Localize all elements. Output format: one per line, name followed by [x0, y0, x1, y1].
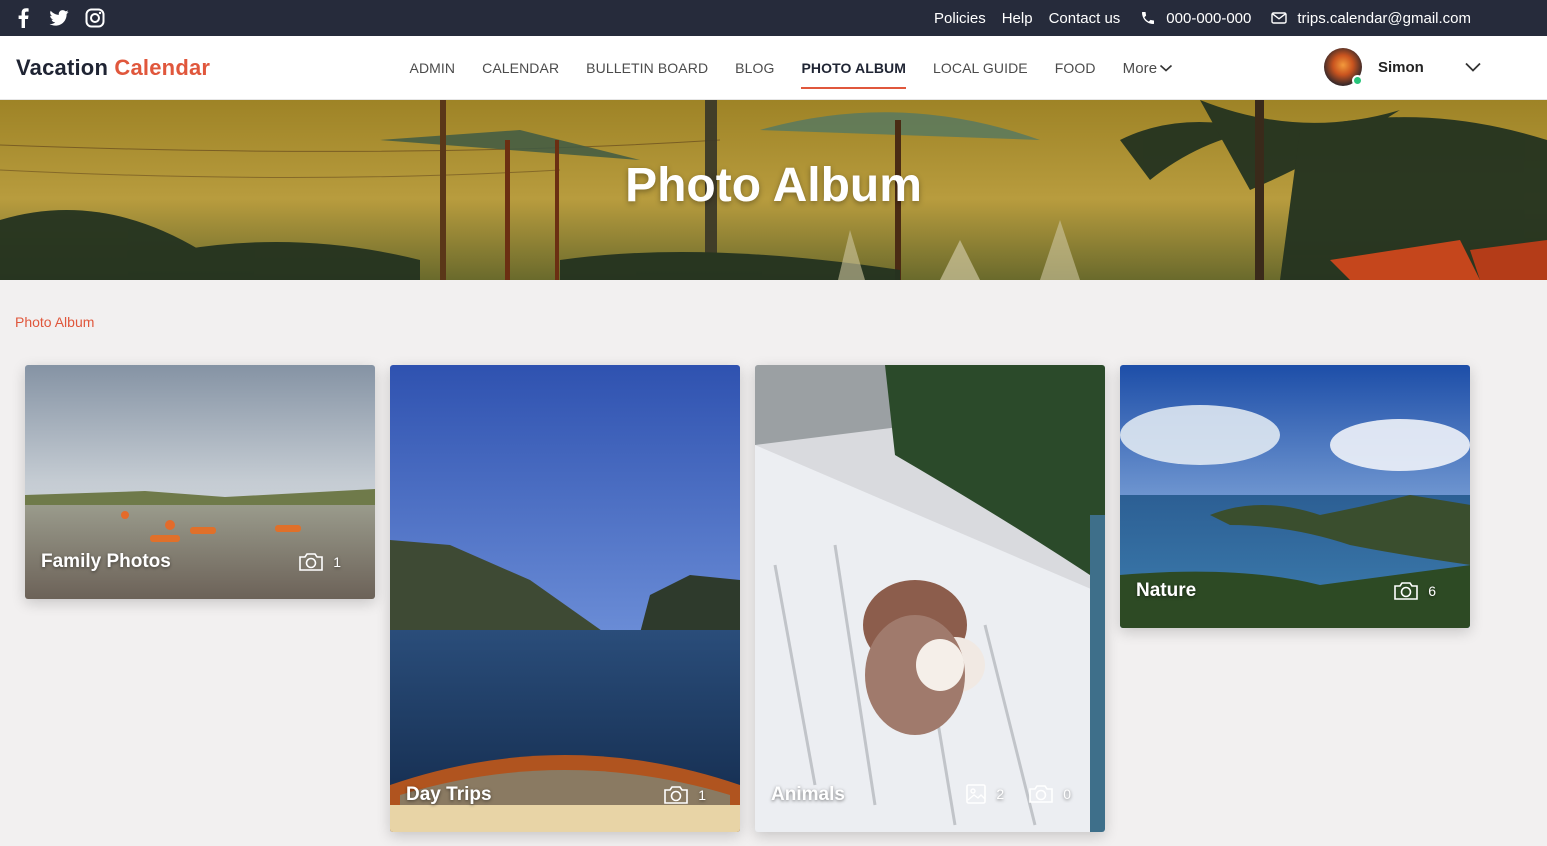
image-count: 2: [996, 786, 1005, 802]
contact-us-link[interactable]: Contact us: [1049, 10, 1121, 27]
photo-count-group: 6: [1393, 581, 1436, 601]
image-icon: [966, 784, 987, 804]
nav-item-blog[interactable]: BLOG: [735, 36, 774, 100]
album-title: Nature: [1136, 580, 1197, 601]
album-cover-image: [755, 365, 1105, 832]
breadcrumb[interactable]: Photo Album: [15, 314, 94, 330]
album-card-nature[interactable]: Nature 6: [1120, 365, 1470, 628]
album-title: Family Photos: [41, 551, 171, 572]
nav-more-dropdown[interactable]: More: [1123, 36, 1174, 100]
brand-logo[interactable]: Vacation Calendar: [16, 55, 210, 81]
chevron-down-icon: [1160, 64, 1173, 72]
nav-item-admin[interactable]: ADMIN: [410, 36, 456, 100]
top-bar: Policies Help Contact us 000-000-000 tri…: [0, 0, 1547, 36]
camera-icon: [664, 786, 689, 804]
phone-number: 000-000-000: [1166, 9, 1252, 27]
camera-icon: [1029, 785, 1054, 803]
hero-banner: Photo Album: [0, 100, 1547, 280]
chevron-down-icon[interactable]: [1464, 61, 1482, 73]
user-name: Simon: [1378, 58, 1424, 76]
online-status-dot: [1352, 75, 1363, 86]
album-title: Day Trips: [406, 784, 492, 805]
album-card-animals[interactable]: Animals 2 0: [755, 365, 1105, 832]
album-meta: 6: [1393, 581, 1436, 601]
facebook-icon[interactable]: [12, 7, 34, 29]
top-links: Policies Help Contact us 000-000-000 tri…: [918, 0, 1471, 36]
email-contact[interactable]: trips.calendar@gmail.com: [1271, 10, 1471, 27]
album-card-family-photos[interactable]: Family Photos 1: [25, 365, 375, 599]
album-meta: 1: [298, 552, 341, 572]
photo-count-group: 1: [663, 785, 706, 805]
brand-part-1: Vacation: [16, 55, 109, 80]
photo-count-group: 0: [1028, 784, 1071, 804]
nav-more-label: More: [1122, 59, 1158, 77]
album-meta: 2 0: [965, 783, 1071, 805]
album-title: Animals: [771, 784, 845, 805]
user-menu[interactable]: Simon: [1324, 48, 1482, 86]
avatar[interactable]: [1324, 48, 1363, 86]
image-count-group: 2: [965, 783, 1004, 805]
nav-item-photo-album[interactable]: PHOTO ALBUM: [801, 36, 906, 100]
main-nav: Vacation Calendar ADMIN CALENDAR BULLETI…: [0, 36, 1547, 100]
photo-count-group: 1: [298, 552, 341, 572]
nav-item-local-guide[interactable]: LOCAL GUIDE: [933, 36, 1028, 100]
policies-link[interactable]: Policies: [934, 10, 986, 27]
brand-part-2: Calendar: [114, 55, 211, 80]
help-link[interactable]: Help: [1002, 10, 1033, 27]
photo-count: 6: [1428, 583, 1436, 599]
photo-count: 0: [1063, 786, 1071, 802]
album-meta: 1: [663, 785, 706, 805]
page-title: Photo Album: [625, 159, 922, 212]
nav-menu: ADMIN CALENDAR BULLETIN BOARD BLOG PHOTO…: [396, 36, 1187, 100]
twitter-icon[interactable]: [48, 7, 70, 29]
camera-icon: [299, 553, 324, 571]
mail-icon: [1271, 12, 1288, 24]
photo-count: 1: [698, 787, 706, 803]
nav-item-calendar[interactable]: CALENDAR: [482, 36, 559, 100]
email-address: trips.calendar@gmail.com: [1297, 9, 1471, 27]
camera-icon: [1394, 582, 1419, 600]
phone-contact[interactable]: 000-000-000: [1140, 10, 1251, 27]
nav-item-food[interactable]: FOOD: [1055, 36, 1096, 100]
instagram-icon[interactable]: [84, 7, 106, 29]
social-links: [12, 7, 106, 29]
photo-count: 1: [333, 554, 341, 570]
album-card-day-trips[interactable]: Day Trips 1: [390, 365, 740, 832]
album-cover-image: [390, 365, 740, 832]
phone-icon: [1142, 12, 1155, 24]
nav-item-bulletin-board[interactable]: BULLETIN BOARD: [586, 36, 708, 100]
